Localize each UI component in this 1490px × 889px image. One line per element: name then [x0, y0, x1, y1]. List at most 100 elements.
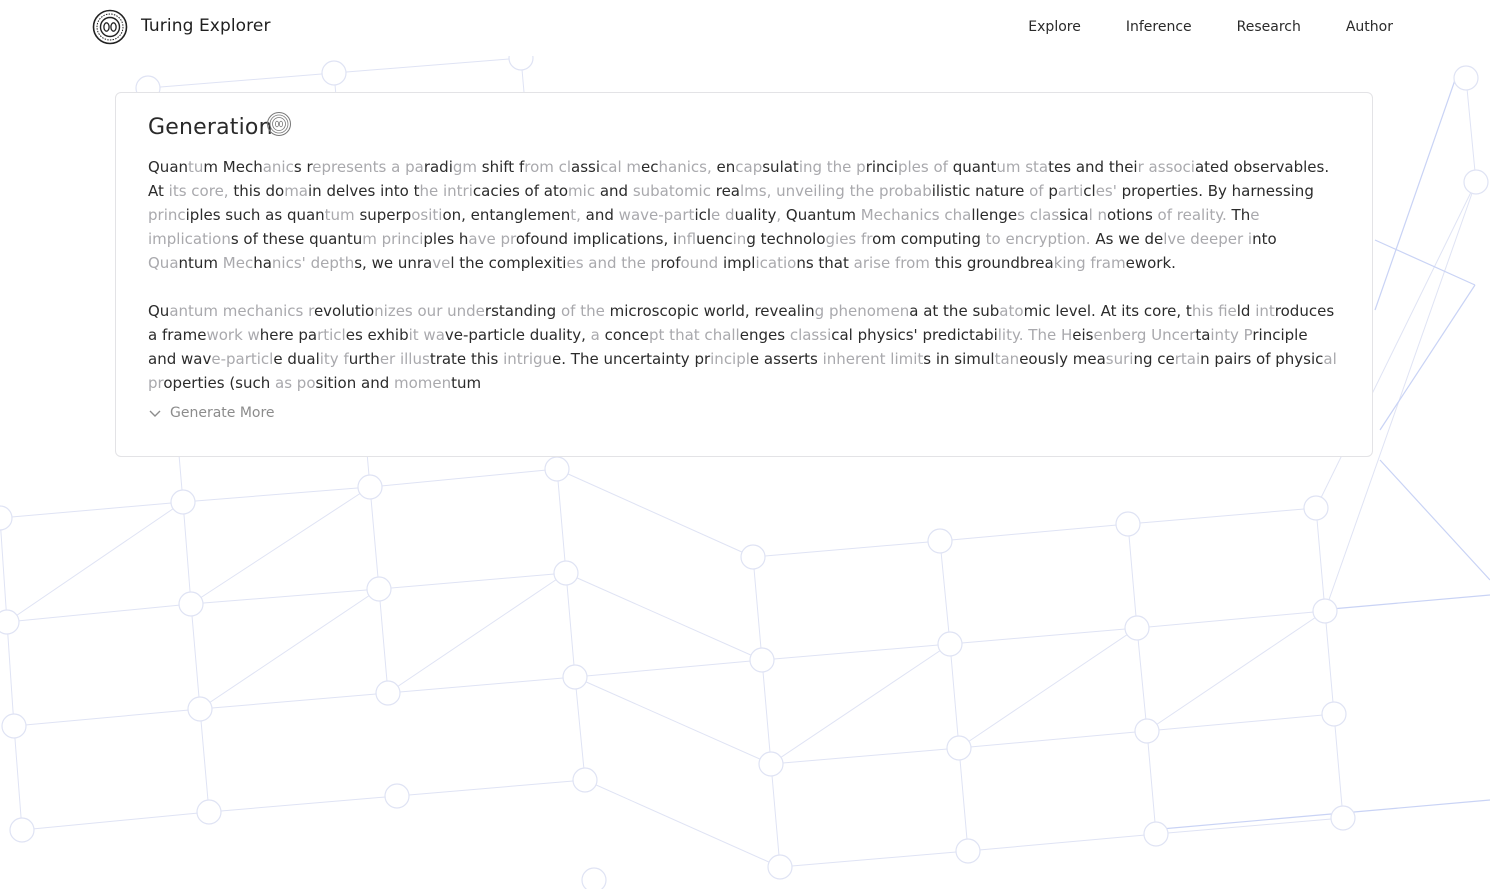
network-node	[955, 838, 981, 864]
network-node	[946, 735, 972, 761]
network-edge	[939, 523, 1129, 542]
network-edge	[556, 468, 567, 574]
generated-paragraph-1: Quantum Mechanics represents a paradigm …	[148, 158, 1330, 272]
network-node	[544, 456, 570, 482]
network-node	[1, 713, 27, 739]
network-edge	[190, 603, 201, 710]
network-edge	[1315, 507, 1326, 612]
network-edge	[147, 72, 335, 89]
network-node	[749, 647, 775, 673]
network-edge	[1146, 610, 1326, 732]
network-edge	[387, 676, 576, 694]
network-edge	[770, 763, 781, 868]
network-node	[1143, 821, 1169, 847]
nav-inference[interactable]: Inference	[1126, 19, 1192, 35]
network-edge	[779, 850, 969, 868]
network-edge	[1146, 730, 1157, 835]
network-node	[767, 854, 793, 880]
nav-author[interactable]: Author	[1346, 19, 1393, 35]
network-node	[375, 680, 401, 706]
network-edge	[574, 676, 586, 781]
network-edge	[190, 486, 371, 605]
network-node	[758, 751, 784, 777]
network-node	[9, 817, 35, 843]
network-edge	[190, 588, 380, 605]
network-edge	[13, 725, 23, 831]
network-edge	[770, 747, 960, 765]
network-node	[384, 783, 410, 809]
network-edge	[574, 659, 763, 678]
network-node	[562, 664, 588, 690]
network-node	[1303, 495, 1329, 521]
network-edge	[770, 643, 951, 765]
network-node	[321, 60, 347, 86]
network-edge	[949, 643, 960, 749]
network-edge	[1333, 713, 1344, 819]
network-node	[187, 696, 213, 722]
network-node	[572, 767, 598, 793]
top-header: Turing Explorer Explore Inference Resear…	[0, 0, 1490, 56]
network-edge	[387, 572, 567, 694]
nav-research[interactable]: Research	[1237, 19, 1301, 35]
network-edge	[199, 692, 389, 710]
network-accent-edge	[1379, 284, 1476, 431]
network-accent-edge	[1374, 239, 1476, 286]
network-node	[740, 544, 766, 570]
network-edge	[574, 676, 772, 765]
network-edge	[378, 572, 567, 590]
network-node	[1330, 805, 1356, 831]
network-node	[1463, 169, 1489, 195]
network-edge	[958, 747, 969, 852]
network-node	[927, 528, 953, 554]
network-edge	[1324, 610, 1335, 715]
network-node	[0, 505, 13, 531]
main-nav: Explore Inference Research Author	[983, 19, 1393, 35]
network-edge	[939, 540, 951, 645]
generate-more-button[interactable]: Generate More	[148, 405, 275, 421]
network-node	[1115, 511, 1141, 537]
network-accent-edge	[1319, 594, 1490, 611]
network-node	[170, 489, 196, 515]
network-edge	[752, 556, 763, 661]
turing-logo-icon[interactable]	[92, 9, 128, 45]
network-edge	[6, 603, 192, 623]
network-edge	[13, 708, 201, 727]
chevron-down-icon	[149, 410, 161, 417]
network-node	[1453, 65, 1479, 91]
network-edge	[584, 779, 781, 868]
network-edge	[556, 468, 754, 558]
generation-spiral-icon	[267, 112, 291, 136]
network-edge	[0, 517, 8, 623]
network-edge	[752, 540, 941, 558]
network-edge	[967, 833, 1157, 852]
network-node	[1134, 718, 1160, 744]
generation-card: Generation Quantum Mechanics represents …	[115, 92, 1373, 457]
network-edge	[1136, 627, 1148, 732]
network-edge	[182, 486, 371, 503]
network-edge	[1136, 610, 1326, 629]
network-node	[553, 560, 579, 586]
network-accent-edge	[1149, 799, 1490, 831]
network-edge	[21, 811, 210, 831]
network-edge	[1155, 817, 1344, 835]
network-accent-edge	[1379, 459, 1490, 581]
nav-explore[interactable]: Explore	[1028, 19, 1081, 35]
network-node	[937, 631, 963, 657]
network-node	[196, 799, 222, 825]
network-edge	[958, 730, 1148, 749]
network-node	[366, 576, 392, 602]
network-edge	[0, 501, 184, 519]
generate-more-label: Generate More	[170, 405, 275, 421]
network-edge	[1127, 523, 1138, 629]
network-node	[1124, 615, 1150, 641]
app-title[interactable]: Turing Explorer	[141, 16, 271, 36]
network-edge	[396, 779, 586, 797]
network-edge	[949, 627, 1138, 645]
network-edge	[565, 572, 576, 678]
network-node	[178, 591, 204, 617]
network-edge	[182, 501, 192, 605]
network-edge	[1465, 77, 1477, 183]
network-node	[0, 609, 20, 635]
network-node	[581, 867, 607, 889]
network-edge	[199, 708, 210, 813]
